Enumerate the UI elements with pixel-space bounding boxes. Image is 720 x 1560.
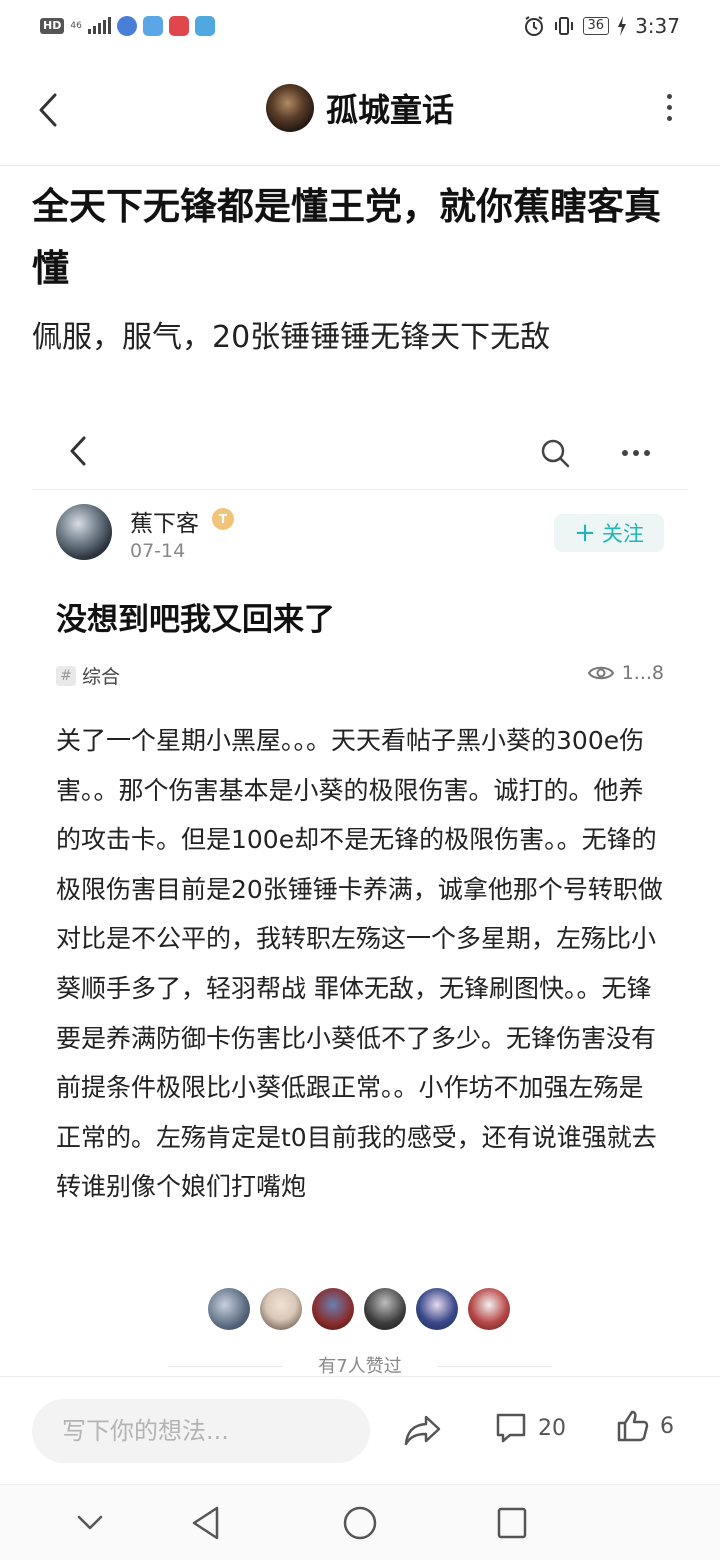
app-notification-icon: [142, 16, 163, 36]
battery-level: 36: [582, 17, 610, 35]
author-avatar: [56, 504, 112, 560]
comment-button[interactable]: 20: [494, 1411, 566, 1445]
level-badge: T: [212, 508, 234, 530]
signal-icon: [87, 17, 111, 34]
screenshot-nav-bar: [32, 400, 688, 490]
network-type: 46: [70, 20, 82, 31]
alarm-icon: [524, 16, 543, 36]
comment-icon: [496, 1413, 526, 1443]
chevron-down-icon[interactable]: [76, 1505, 104, 1541]
header-profile[interactable]: 孤城童话: [0, 84, 720, 132]
app-notification-icon: [168, 16, 189, 36]
avatar[interactable]: [265, 84, 314, 132]
more-horizontal-icon: [622, 450, 650, 456]
post-subtitle: 佩服，服气，20张锤锤锤无锋天下无敌: [32, 320, 551, 355]
liker-avatar: [208, 1288, 250, 1330]
like-count: 6: [660, 1413, 674, 1439]
thumbs-up-icon: [617, 1410, 649, 1442]
comment-count: 20: [538, 1415, 566, 1441]
topic-tag: # 综合: [56, 662, 120, 689]
system-nav-bar: [0, 1484, 720, 1560]
follow-button: + 关注: [554, 514, 664, 552]
share-button[interactable]: [404, 1413, 442, 1451]
tag-label: 综合: [82, 666, 121, 688]
status-left: HD 46: [40, 16, 215, 36]
liker-avatar: [416, 1288, 458, 1330]
liker-avatar: [260, 1288, 302, 1330]
nav-home-icon[interactable]: [342, 1505, 378, 1541]
back-arrow-icon: [70, 436, 86, 466]
status-right: 36 3:37: [523, 14, 680, 38]
search-icon: [541, 439, 570, 468]
app-notification-icon: [116, 16, 137, 36]
liker-avatar: [312, 1288, 354, 1330]
follow-label: 关注: [601, 522, 644, 546]
more-vertical-icon[interactable]: [664, 94, 674, 121]
view-count-value: 1...8: [621, 662, 664, 684]
embedded-post-title: 没想到吧我又回来了: [56, 602, 335, 638]
comment-input[interactable]: 写下你的想法...: [32, 1399, 370, 1463]
hash-icon: #: [56, 665, 76, 686]
comment-bar: 写下你的想法... 20 6: [0, 1376, 720, 1484]
top-app-bar: 孤城童话: [0, 56, 720, 166]
hd-badge: HD: [40, 18, 65, 34]
nav-recents-icon[interactable]: [496, 1505, 528, 1541]
liked-count-text: 有7人赞过: [318, 1356, 402, 1375]
liker-avatars: [208, 1288, 510, 1330]
view-count: 1...8: [587, 662, 664, 684]
embedded-post-body: 关了一个星期小黑屋。。。天天看帖子黑小葵的300e伤害。。那个伤害基本是小葵的极…: [56, 726, 663, 1202]
like-button[interactable]: 6: [616, 1409, 674, 1443]
charging-icon: [618, 16, 627, 36]
page-title: 孤城童话: [325, 91, 454, 129]
post-date: 07-14: [130, 540, 186, 562]
liker-avatar: [468, 1288, 510, 1330]
nav-back-icon[interactable]: [190, 1505, 222, 1541]
plus-icon: +: [574, 518, 596, 548]
app-notification-icon: [194, 16, 215, 36]
share-icon: [404, 1415, 441, 1446]
post-title: 全天下无锋都是懂王党，就你蕉瞎客真懂: [32, 185, 661, 290]
embedded-screenshot[interactable]: 蕉下客 T 07-14 + 关注 没想到吧我又回来了 # 综合 1...8 关了…: [32, 400, 688, 1375]
author-name: 蕉下客: [130, 511, 199, 537]
status-bar: HD 46 36 3:37: [0, 0, 720, 56]
liker-avatar: [364, 1288, 406, 1330]
clock: 3:37: [635, 14, 680, 38]
vibrate-icon: [554, 17, 573, 35]
eye-icon: [587, 666, 614, 680]
